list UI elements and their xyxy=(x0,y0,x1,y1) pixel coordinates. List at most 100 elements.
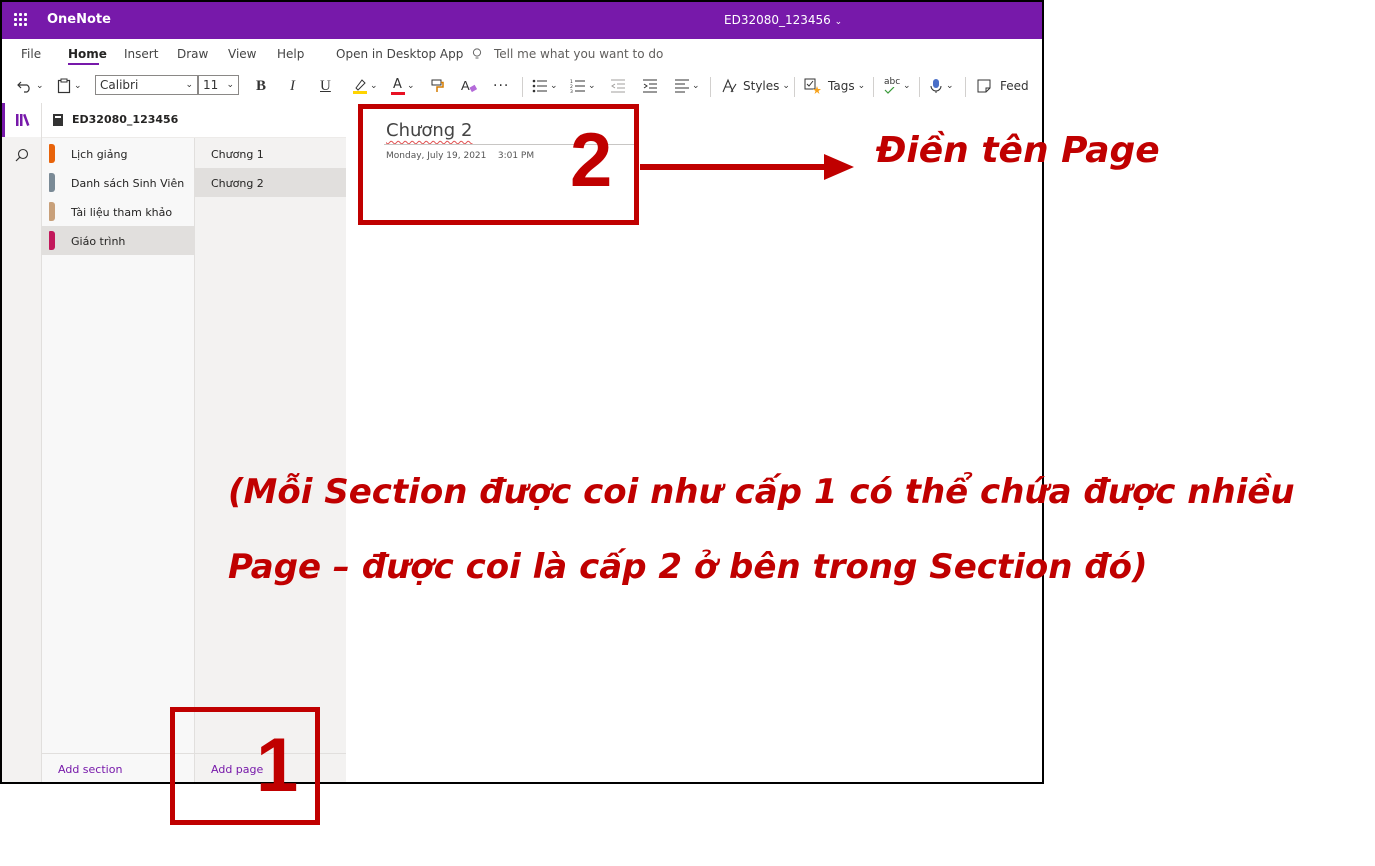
page-item-chuong-2[interactable]: Chương 2 xyxy=(195,168,346,197)
italic-button[interactable]: I xyxy=(290,76,295,96)
left-rail xyxy=(2,103,42,782)
svg-text:3: 3 xyxy=(570,89,573,93)
chevron-down-icon: ⌄ xyxy=(550,81,558,91)
increase-indent-button[interactable] xyxy=(642,76,658,96)
font-size-select[interactable]: 11 ⌄ xyxy=(198,75,239,95)
tab-help[interactable]: Help xyxy=(277,47,304,61)
highlight-button[interactable]: ⌄ xyxy=(352,76,378,96)
tags-button[interactable]: Tags ⌄ xyxy=(804,76,865,96)
section-color-tab xyxy=(49,144,55,163)
toolbar-divider xyxy=(794,77,795,97)
font-color-icon: A xyxy=(391,77,405,95)
chevron-down-icon: ⌄ xyxy=(782,81,790,91)
chevron-down-icon: ⌄ xyxy=(857,81,866,91)
toolbar-divider xyxy=(919,77,920,97)
section-item-danh-sach-sinh-vien[interactable]: Danh sách Sinh Viên xyxy=(42,168,194,197)
callout-number-2: 2 xyxy=(570,118,613,203)
spelling-button[interactable]: abc ⌄ xyxy=(883,76,911,96)
chevron-down-icon: ⌄ xyxy=(74,81,82,91)
page-label: Chương 2 xyxy=(211,177,264,190)
section-item-lich-giang[interactable]: Lịch giảng xyxy=(42,139,194,168)
clipboard-button[interactable]: ⌄ xyxy=(57,76,82,96)
clear-formatting-button[interactable]: A xyxy=(460,76,478,96)
tab-draw[interactable]: Draw xyxy=(177,47,208,61)
annotation-arrow xyxy=(640,154,854,180)
active-indicator xyxy=(2,103,5,137)
tab-file[interactable]: File xyxy=(21,47,41,61)
section-color-tab xyxy=(49,173,55,192)
tags-label: Tags xyxy=(828,79,855,93)
chevron-down-icon: ⌄ xyxy=(903,81,911,91)
section-list: Lịch giảng Danh sách Sinh Viên Tài liệu … xyxy=(42,138,195,782)
chevron-down-icon: ⌄ xyxy=(588,81,596,91)
callout-number-1: 1 xyxy=(256,723,299,808)
tab-insert[interactable]: Insert xyxy=(124,47,158,61)
font-name-select[interactable]: Calibri ⌄ xyxy=(95,75,198,95)
ribbon-tabs: File Home Insert Draw View Help Open in … xyxy=(2,39,1042,69)
align-left-icon xyxy=(675,79,689,93)
chevron-down-icon: ⌄ xyxy=(370,81,378,91)
chevron-down-icon: ⌄ xyxy=(226,80,234,90)
page-label: Chương 1 xyxy=(211,148,264,161)
undo-button[interactable]: ⌄ xyxy=(17,76,44,96)
format-painter-button[interactable] xyxy=(430,76,446,96)
undo-icon xyxy=(17,81,30,93)
notebook-picker[interactable]: ED32080_123456 ⌄ xyxy=(42,103,346,138)
notebooks-rail-button[interactable] xyxy=(2,103,41,137)
active-tab-indicator xyxy=(68,63,99,65)
numbering-button[interactable]: 1 2 3 ⌄ xyxy=(570,76,596,96)
add-section-label: Add section xyxy=(58,763,123,776)
feed-label: Feed xyxy=(1000,79,1029,93)
microphone-icon xyxy=(930,79,942,93)
more-options-button[interactable]: ··· xyxy=(493,76,509,96)
search-icon[interactable] xyxy=(15,148,29,162)
notebook-icon xyxy=(53,114,63,126)
format-painter-icon xyxy=(431,79,444,92)
section-label: Tài liệu tham khảo xyxy=(71,206,173,219)
chevron-down-icon: ⌄ xyxy=(692,81,700,91)
bullet-list-icon xyxy=(532,79,547,93)
dictate-button[interactable]: ⌄ xyxy=(930,76,954,96)
feed-button[interactable]: Feed xyxy=(976,76,1029,96)
app-name[interactable]: OneNote xyxy=(47,12,111,27)
underline-button[interactable]: U xyxy=(320,76,331,96)
section-label: Giáo trình xyxy=(71,235,126,248)
tell-me-search[interactable]: Tell me what you want to do xyxy=(494,47,663,61)
section-item-giao-trinh[interactable]: Giáo trình xyxy=(42,226,194,255)
styles-button[interactable]: Styles ⌄ xyxy=(721,76,790,96)
chevron-down-icon: ⌄ xyxy=(185,80,193,90)
section-item-tai-lieu-tham-khao[interactable]: Tài liệu tham khảo xyxy=(42,197,194,226)
feed-icon xyxy=(977,79,991,93)
decrease-indent-button[interactable] xyxy=(610,76,626,96)
toolbar-divider xyxy=(522,77,523,97)
font-color-button[interactable]: A ⌄ xyxy=(391,76,415,96)
section-label: Danh sách Sinh Viên xyxy=(71,177,185,190)
section-label: Lịch giảng xyxy=(71,148,128,161)
tab-view[interactable]: View xyxy=(228,47,256,61)
section-color-tab xyxy=(49,231,55,250)
tag-checkbox-icon xyxy=(804,78,821,94)
open-in-desktop-app-button[interactable]: Open in Desktop App xyxy=(336,47,463,61)
lightbulb-icon xyxy=(472,48,482,59)
annotation-note-line-2: Page – được coi là cấp 2 ở bên trong Sec… xyxy=(228,547,1148,587)
page-item-chuong-1[interactable]: Chương 1 xyxy=(195,139,346,168)
toolbar-divider xyxy=(710,77,711,97)
bold-button[interactable]: B xyxy=(256,76,266,96)
font-name-value: Calibri xyxy=(100,78,139,92)
page-list: Chương 1 Chương 2 xyxy=(195,138,346,782)
tab-home[interactable]: Home xyxy=(68,47,107,61)
app-launcher-icon[interactable] xyxy=(14,13,28,27)
clear-formatting-icon: A xyxy=(461,78,478,93)
align-button[interactable]: ⌄ xyxy=(674,76,700,96)
styles-icon xyxy=(722,78,737,93)
notebook-title[interactable]: ED32080_123456 ⌄ xyxy=(724,13,842,27)
font-size-value: 11 xyxy=(203,78,219,92)
annotation-note-line-1: (Mỗi Section được coi như cấp 1 có thể c… xyxy=(228,472,1295,512)
ribbon-toolbar: ⌄ ⌄ Calibri ⌄ 11 ⌄ B I U ⌄ A ⌄ A ··· ⌄ 1… xyxy=(2,69,1042,103)
clipboard-icon xyxy=(57,78,71,94)
bullets-button[interactable]: ⌄ xyxy=(532,76,558,96)
section-color-tab xyxy=(49,202,55,221)
decrease-indent-icon xyxy=(611,79,625,93)
spell-check-icon: abc xyxy=(883,77,901,95)
title-bar: OneNote ED32080_123456 ⌄ xyxy=(2,2,1042,39)
